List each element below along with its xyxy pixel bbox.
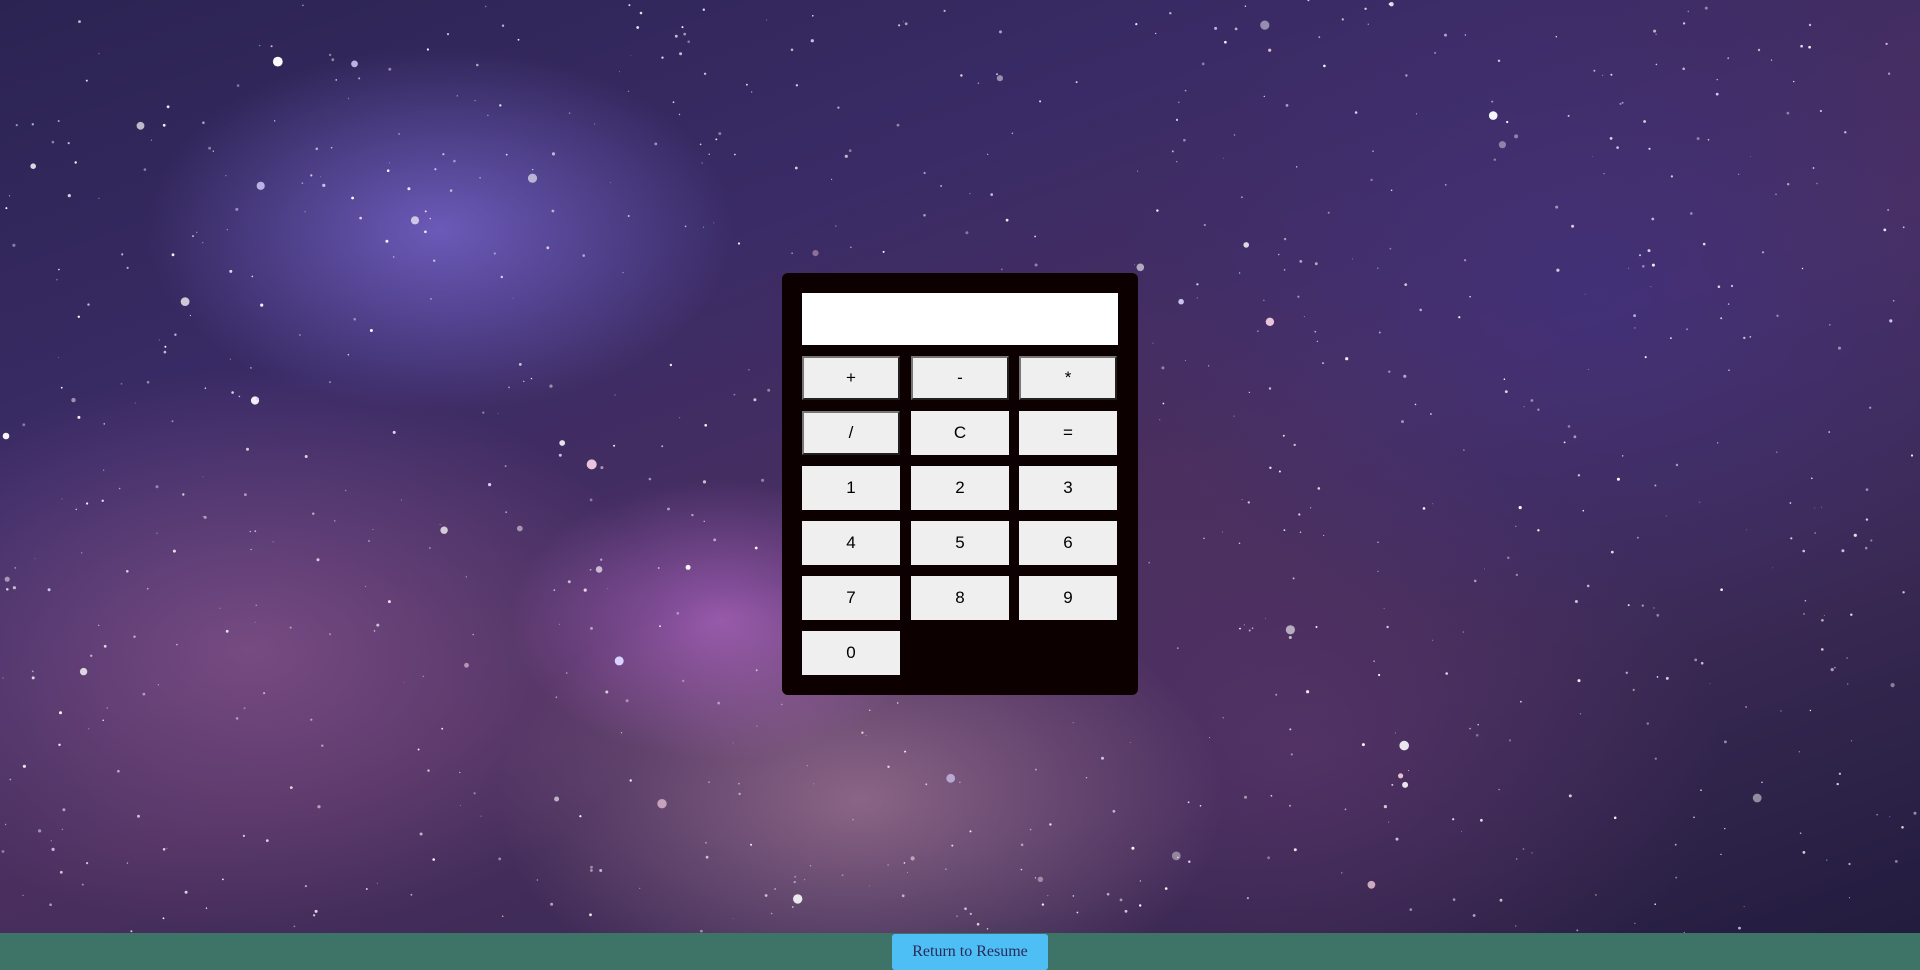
equals-button[interactable]: =	[1019, 411, 1117, 455]
digit-4-button[interactable]: 4	[802, 521, 900, 565]
digit-7-button[interactable]: 7	[802, 576, 900, 620]
divide-button[interactable]: /	[802, 411, 900, 455]
digit-3-button[interactable]: 3	[1019, 466, 1117, 510]
plus-button[interactable]: +	[802, 356, 900, 400]
calculator-display[interactable]	[802, 293, 1118, 345]
return-to-resume-button[interactable]: Return to Resume	[892, 934, 1048, 970]
digit-9-button[interactable]: 9	[1019, 576, 1117, 620]
multiply-button[interactable]: *	[1019, 356, 1117, 400]
digit-2-button[interactable]: 2	[911, 466, 1009, 510]
digit-1-button[interactable]: 1	[802, 466, 900, 510]
calculator: + - * / C = 1 2 3 4 5 6 7 8 9 0	[782, 273, 1138, 695]
digit-8-button[interactable]: 8	[911, 576, 1009, 620]
digit-6-button[interactable]: 6	[1019, 521, 1117, 565]
clear-button[interactable]: C	[911, 411, 1009, 455]
minus-button[interactable]: -	[911, 356, 1009, 400]
digit-0-button[interactable]: 0	[802, 631, 900, 675]
page: + - * / C = 1 2 3 4 5 6 7 8 9 0 Return t…	[0, 0, 1920, 970]
digit-5-button[interactable]: 5	[911, 521, 1009, 565]
